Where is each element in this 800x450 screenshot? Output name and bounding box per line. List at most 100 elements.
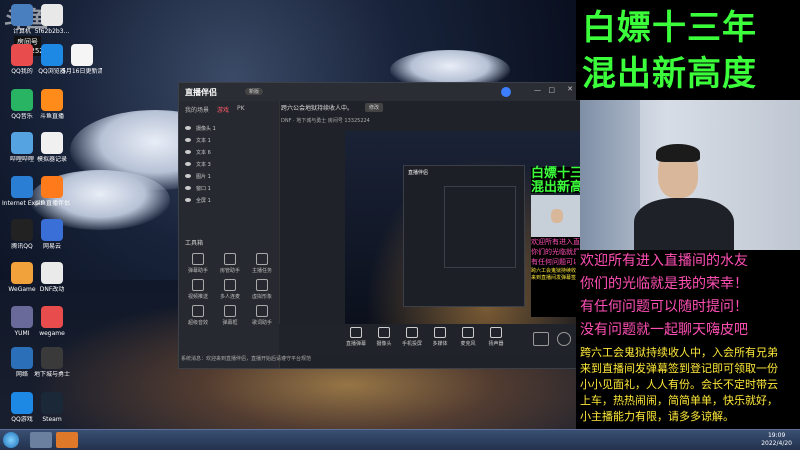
- toolbar-label: 摄像头: [376, 341, 392, 347]
- guild-line-4: 上车，热热闹闹，简简单单，快乐就好，: [580, 394, 778, 407]
- scene-item-label: 窗口 1: [196, 186, 211, 192]
- eye-icon[interactable]: [185, 138, 191, 142]
- scene-item[interactable]: 文本 3: [185, 161, 211, 168]
- eye-icon[interactable]: [185, 198, 191, 202]
- desktop-icon-label: 斗鱼直播伴侣: [33, 200, 70, 207]
- toolbox-title: 工具箱: [185, 240, 204, 247]
- webcam-feed: [580, 100, 800, 250]
- tool-icon: [256, 253, 268, 265]
- maximize-icon[interactable]: □: [548, 86, 555, 94]
- tool-label: 超级音效: [187, 320, 208, 326]
- tool-icon: [192, 253, 204, 265]
- bottom-toolbar-item[interactable]: 麦克风: [453, 327, 483, 347]
- nested-pink-line-3: 有任何问题可以随时提问！: [531, 258, 581, 266]
- scene-item[interactable]: 摄像头 1: [185, 125, 216, 132]
- app-icon: [11, 219, 33, 241]
- toolbox-item[interactable]: 超级音效: [183, 305, 213, 326]
- app-icon: [11, 132, 33, 154]
- toolbar-icon: [490, 327, 502, 338]
- app-icon: [11, 176, 33, 198]
- nested-title-overlay: 白嫖十三年 混出新高度: [531, 166, 581, 195]
- toolbox-item[interactable]: 弹幕框: [215, 305, 245, 326]
- desktop-icon-label: Steam: [42, 416, 62, 423]
- welcome-line-3: 有任何问题可以随时提问！: [580, 299, 748, 315]
- scene-item-label: 文本 1: [196, 138, 211, 144]
- app-icon: [41, 219, 63, 241]
- system-message: 系统消息：欢迎来到直播伴侣，直播开始后请遵守平台规范: [181, 356, 312, 362]
- tool-icon: [256, 305, 268, 317]
- clock-date: 2022/4/20: [761, 440, 792, 447]
- eye-icon[interactable]: [185, 150, 191, 154]
- bottom-toolbar-item[interactable]: 直播弹幕: [341, 327, 371, 347]
- desktop-icon[interactable]: 模拟器记录: [32, 132, 72, 164]
- tab-pk[interactable]: PK: [237, 105, 245, 114]
- tool-icon: [224, 279, 236, 291]
- desktop-icon[interactable]: DNF改动: [32, 262, 72, 294]
- welcome-line-2: 你们的光临就是我的荣幸！: [580, 276, 748, 292]
- bottom-toolbar-item[interactable]: 摄像头: [369, 327, 399, 347]
- toolbox-item[interactable]: 主播任务: [247, 253, 277, 274]
- settings-icon[interactable]: [533, 332, 549, 346]
- minimize-icon[interactable]: —: [534, 86, 541, 94]
- desktop-icon[interactable]: 斗鱼直播伴侣: [32, 176, 72, 208]
- toolbox-item[interactable]: 多人连麦: [215, 279, 245, 300]
- toolbox-item[interactable]: 虚拟形象: [247, 279, 277, 300]
- desktop-icon[interactable]: 5月16日更新清单: [62, 44, 102, 76]
- version-badge: 新版: [245, 88, 264, 95]
- notice-edit-button[interactable]: 修改: [365, 103, 384, 112]
- eye-icon[interactable]: [185, 126, 191, 130]
- nested-text-overlay: 欢迎所有进入直播间的水友 你们的光临就是我的荣幸！ 有任何问题可以随时提问！ 跨…: [531, 237, 581, 317]
- tab-scene[interactable]: 我的场景: [185, 105, 209, 114]
- avatar[interactable]: [501, 87, 511, 97]
- clock-time: 19:09: [767, 432, 786, 439]
- desktop-icon[interactable]: wegame: [32, 306, 72, 338]
- desktop-icon-label: 5f62b2b3...: [34, 28, 70, 35]
- eye-icon[interactable]: [185, 174, 191, 178]
- tool-icon: [256, 279, 268, 291]
- streaming-app-window[interactable]: 直播伴侣 新版 — □ ✕ 我的场景 游戏 PK 摄像头 1 文本 1 文本 6 文本…: [178, 82, 582, 369]
- tool-label: 房管助手: [219, 268, 240, 274]
- desktop-icon-label: 模拟器记录: [36, 156, 67, 163]
- bottom-toolbar-item[interactable]: 扬声器: [481, 327, 511, 347]
- toolbox-item[interactable]: 弹幕助手: [183, 253, 213, 274]
- eye-icon[interactable]: [185, 186, 191, 190]
- app-icon: [11, 347, 33, 369]
- start-button[interactable]: [3, 432, 19, 448]
- scene-item[interactable]: 窗口 1: [185, 185, 211, 192]
- taskbar-app-stream[interactable]: [56, 432, 78, 448]
- desktop-icon[interactable]: 地下城与勇士: [32, 347, 72, 379]
- clock[interactable]: 19:09 2022/4/20: [761, 432, 792, 448]
- desktop-icon[interactable]: Steam: [32, 392, 72, 424]
- gear-icon[interactable]: [557, 332, 571, 346]
- bottom-toolbar-item[interactable]: 手机投屏: [397, 327, 427, 347]
- scene-item[interactable]: 文本 6: [185, 149, 211, 156]
- tool-icon: [224, 305, 236, 317]
- desktop-icon[interactable]: 5f62b2b3...: [32, 4, 72, 36]
- desktop-icon-label: wegame: [39, 330, 65, 337]
- app-icon: [41, 132, 63, 154]
- title-overlay: 白嫖十三年 混出新高度: [576, 0, 800, 100]
- tab-game[interactable]: 游戏: [217, 105, 229, 114]
- toolbox-item[interactable]: 视频推送: [183, 279, 213, 300]
- welcome-text-overlay: 欢迎所有进入直播间的水友 你们的光临就是我的荣幸！ 有任何问题可以随时提问！ 没…: [576, 250, 800, 343]
- app-icon: [41, 89, 63, 111]
- scene-item[interactable]: 图片 1: [185, 173, 211, 180]
- eye-icon[interactable]: [185, 162, 191, 166]
- nested-pink-line-2: 你们的光临就是我的荣幸！: [531, 248, 581, 256]
- streamer-hair: [656, 144, 700, 162]
- toolbox-item[interactable]: 房管助手: [215, 253, 245, 274]
- scene-item[interactable]: 文本 1: [185, 137, 211, 144]
- desktop-icon[interactable]: 斗鱼直播: [32, 89, 72, 121]
- title-line-2: 混出新高度: [582, 54, 757, 94]
- tool-label: 歌词助手: [251, 320, 272, 326]
- bottom-toolbar-item[interactable]: 多媒体: [425, 327, 455, 347]
- welcome-line-1: 欢迎所有进入直播间的水友: [580, 253, 748, 269]
- taskbar-app-explorer[interactable]: [30, 432, 52, 448]
- toolbox-item[interactable]: 歌词助手: [247, 305, 277, 326]
- nested-title-line-1: 白嫖十三年: [531, 166, 581, 181]
- close-icon[interactable]: ✕: [567, 85, 573, 93]
- scene-item[interactable]: 全屏 1: [185, 197, 211, 204]
- nested-title-line-2: 混出新高度: [531, 180, 581, 195]
- guild-line-5: 小主播能力有限，请多多谅解。: [580, 410, 734, 423]
- desktop-icon[interactable]: 网易云: [32, 219, 72, 251]
